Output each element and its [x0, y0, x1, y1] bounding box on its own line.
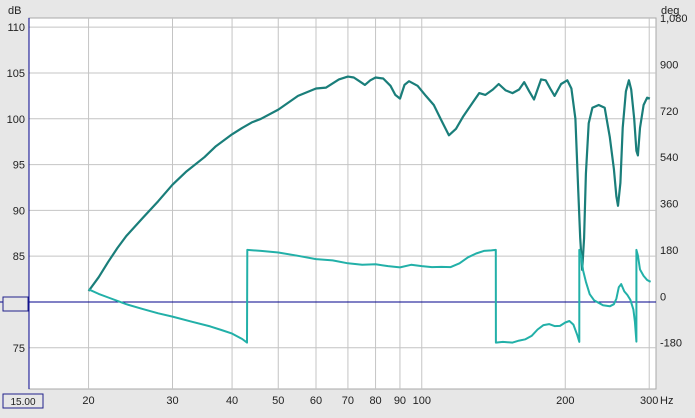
y2-tick-label: 540	[660, 152, 678, 164]
x-tick-label: 80	[369, 395, 381, 407]
x-tick-label: 20	[82, 395, 94, 407]
y-tick-label: 105	[7, 68, 25, 80]
frequency-response-chart: 20304050607080901002003007580.0859095100…	[0, 0, 695, 413]
x-unit-label: Hz	[660, 395, 673, 407]
x-tick-label: 70	[342, 395, 354, 407]
reference-level-box[interactable]	[2, 296, 29, 312]
y2-tick-label: 180	[660, 245, 678, 257]
y2-tick-label: 0	[660, 291, 666, 303]
y-tick-label: 100	[7, 114, 25, 126]
y2-tick-label: 720	[660, 106, 678, 118]
x-tick-label: 200	[556, 395, 574, 407]
x-tick-label: 50	[272, 395, 284, 407]
x-start-label: 15.00	[10, 397, 35, 408]
y2-tick-label: 900	[660, 59, 678, 71]
y-tick-label: 95	[13, 160, 25, 172]
right-unit-label: deg	[661, 5, 679, 17]
left-unit-label: dB	[8, 5, 21, 17]
chart-svg: 20304050607080901002003007580.0859095100…	[0, 5, 688, 409]
x-tick-label: 60	[310, 395, 322, 407]
y2-tick-label: 360	[660, 199, 678, 211]
x-tick-label: 100	[413, 395, 431, 407]
plot-area	[28, 17, 657, 390]
y-tick-label: 75	[13, 343, 25, 355]
y-tick-label: 110	[7, 22, 25, 34]
y-tick-label: 90	[13, 205, 25, 217]
x-tick-label: 40	[226, 395, 238, 407]
y2-tick-label: -180	[660, 338, 682, 350]
x-tick-label: 90	[394, 395, 406, 407]
x-tick-label: 300	[640, 395, 658, 407]
x-tick-label: 30	[166, 395, 178, 407]
y-tick-label: 85	[13, 251, 25, 263]
